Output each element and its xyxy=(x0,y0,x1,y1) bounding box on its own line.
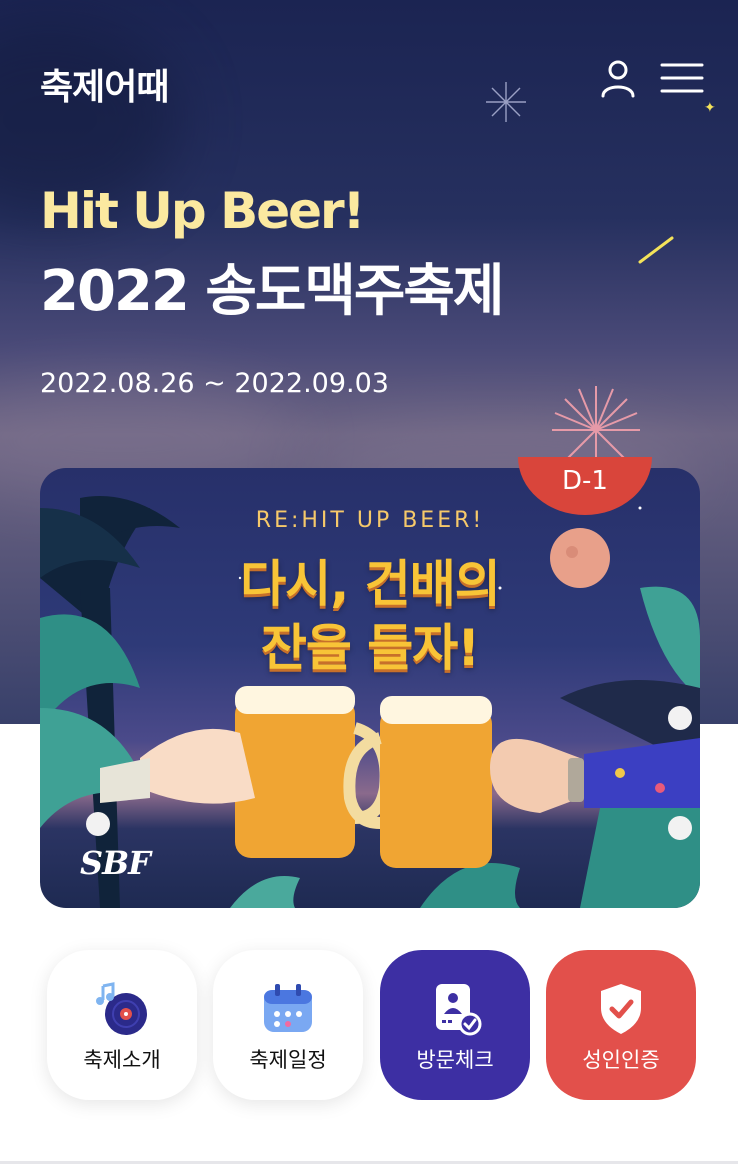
quick-menu-label: 축제소개 xyxy=(83,1048,161,1072)
star-icon: ✦ xyxy=(704,100,716,116)
visit-check-button[interactable]: 방문체크 xyxy=(380,950,530,1100)
festival-schedule-button[interactable]: 축제일정 xyxy=(213,950,363,1100)
banner-illustration xyxy=(40,496,700,908)
quick-menu-label: 축제일정 xyxy=(249,1048,327,1072)
festival-tagline: Hit Up Beer! xyxy=(40,182,365,240)
adult-verification-button[interactable]: 성인인증 xyxy=(546,950,696,1100)
sbf-logo: SBF xyxy=(80,844,151,882)
hamburger-menu-icon xyxy=(660,63,704,93)
app-logo[interactable]: 축제어때 xyxy=(40,58,169,110)
banner-headline-line1: 다시, 건배의 xyxy=(240,555,500,613)
banner-headline-line2: 잔을 들자! xyxy=(260,619,480,677)
shield-check-icon xyxy=(601,984,641,1034)
user-icon xyxy=(601,60,635,98)
quick-menu-label: 방문체크 xyxy=(416,1048,494,1072)
user-profile-button[interactable] xyxy=(598,58,638,98)
music-record-icon xyxy=(96,982,147,1035)
festival-dates: 2022.08.26 ~ 2022.09.03 xyxy=(40,368,389,399)
festival-intro-button[interactable]: 축제소개 xyxy=(47,950,197,1100)
firework-icon xyxy=(486,82,526,122)
festival-title: 2022 송도맥주축제 xyxy=(40,259,504,324)
quick-menu-label: 성인인증 xyxy=(582,1048,660,1072)
shooting-star-icon xyxy=(638,236,674,264)
promo-banner[interactable]: RE:HIT UP BEER! 다시, 건배의 잔을 들자! SBF xyxy=(40,468,700,908)
calendar-icon xyxy=(264,984,312,1032)
visit-check-badge-icon xyxy=(436,984,482,1036)
hamburger-menu-button[interactable] xyxy=(660,62,704,94)
